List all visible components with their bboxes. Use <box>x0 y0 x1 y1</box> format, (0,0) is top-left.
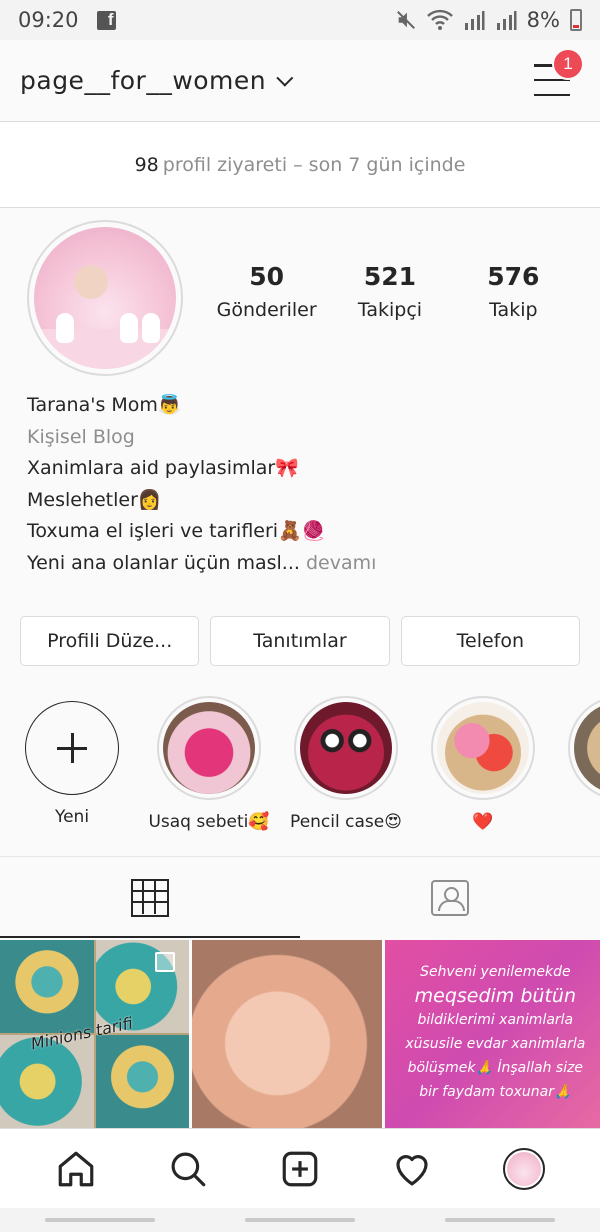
phone-button[interactable]: Telefon <box>400 616 580 666</box>
profile-avatar[interactable] <box>27 220 183 376</box>
post-thumbnail[interactable]: Minions tarifi <box>0 940 190 1128</box>
profile-visits-banner[interactable]: 98 profil ziyareti – son 7 gün içinde <box>0 122 600 208</box>
search-icon <box>171 1152 206 1186</box>
post-text-line: xüsusile evdar xanimlarla <box>405 1036 586 1052</box>
highlight-label: Yeni <box>54 807 90 827</box>
highlight-label: 🧶 <box>550 812 600 832</box>
heart-icon <box>396 1154 428 1185</box>
highlight-new[interactable]: Yeni <box>2 696 142 827</box>
followers-count: 521 <box>363 262 417 291</box>
bio-line: Meslehetler👩 <box>27 488 162 511</box>
bottom-navigation <box>0 1128 600 1208</box>
battery-icon <box>570 9 582 31</box>
profile-header: page__for__women 1 <box>0 40 600 122</box>
highlight-label: Pencil case😍 <box>290 812 402 832</box>
bio-line: Xanimlara aid paylasimlar🎀 <box>27 457 299 479</box>
tagged-person-icon <box>431 879 469 916</box>
grid-icon <box>131 878 169 917</box>
chevron-down-icon <box>276 69 294 87</box>
signal-icon <box>464 11 485 30</box>
stat-following[interactable]: 576 Takip <box>452 262 575 321</box>
highlight-item[interactable]: Pencil case😍 <box>276 696 416 832</box>
tab-tagged[interactable] <box>300 857 600 938</box>
highlight-label: ❤️ <box>472 812 494 832</box>
visits-text: profil ziyareti – son 7 gün içinde <box>162 153 466 176</box>
highlight-item[interactable]: Usaq sebeti🥰 <box>139 696 279 832</box>
nav-new-post[interactable] <box>270 1139 330 1199</box>
stat-posts[interactable]: 50 Gönderiler <box>205 262 328 321</box>
highlight-label: Usaq sebeti🥰 <box>148 812 270 832</box>
bio-name: Tarana's Mom👼 <box>27 394 182 416</box>
mute-icon <box>396 11 415 29</box>
tab-grid[interactable] <box>0 857 300 938</box>
home-icon <box>58 1151 94 1186</box>
stat-followers[interactable]: 521 Takipçi <box>328 262 451 321</box>
highlight-item[interactable]: ❤️ <box>413 696 553 832</box>
carousel-icon <box>155 952 176 972</box>
profile-bio: Tarana's Mom👼 Kişisel Blog Xanimlara aid… <box>27 390 376 579</box>
notification-badge: 1 <box>552 48 584 80</box>
highlight-cover <box>574 702 600 794</box>
bio-category: Kişisel Blog <box>27 425 135 448</box>
post-text-line: bölüşmek🙏 İnşallah size <box>407 1060 584 1076</box>
following-label: Takip <box>489 299 538 321</box>
profile-avatar-icon <box>503 1147 545 1190</box>
system-navigation-bar <box>0 1208 600 1232</box>
followers-label: Takipçi <box>357 299 423 321</box>
highlight-cover <box>300 702 392 794</box>
profile-tabs <box>0 856 600 938</box>
highlight-item[interactable]: 🧶 <box>550 696 600 832</box>
plus-icon <box>57 733 87 763</box>
signal-icon-2 <box>496 11 517 30</box>
bio-truncated-line: Yeni ana olanlar üçün masl... devamı <box>27 548 376 580</box>
battery-percent: 8% <box>526 8 560 32</box>
nav-home[interactable] <box>46 1139 106 1199</box>
posts-grid: Minions tarifi Sehveni yenilemekde meqse… <box>0 940 600 1128</box>
status-time: 09:20 <box>18 8 79 32</box>
highlight-cover <box>163 702 255 794</box>
account-switcher[interactable]: page__for__women <box>20 66 294 95</box>
add-post-icon <box>282 1151 318 1186</box>
bio-line: Toxuma el işleri ve tarifleri🧸🧶 <box>27 520 326 542</box>
visits-count: 98 <box>134 153 159 176</box>
promotions-button[interactable]: Tanıtımlar <box>210 616 390 666</box>
following-count: 576 <box>487 262 540 291</box>
post-thumbnail[interactable] <box>192 940 382 1128</box>
status-bar: 09:20 f 8% <box>0 0 600 40</box>
bio-truncated-text: Yeni ana olanlar üçün masl... <box>27 551 300 574</box>
profile-actions: Profili Düze... Tanıtımlar Telefon <box>20 616 580 666</box>
add-highlight-button[interactable] <box>25 701 119 795</box>
nav-profile[interactable] <box>494 1139 554 1199</box>
bio-more-link[interactable]: devamı <box>306 552 376 574</box>
posts-label: Gönderiler <box>216 299 317 321</box>
nav-search[interactable] <box>158 1139 218 1199</box>
facebook-icon: f <box>96 10 116 30</box>
post-thumbnail[interactable]: Sehveni yenilemekde meqsedim bütün bildi… <box>384 940 600 1128</box>
wifi-icon <box>426 9 453 30</box>
edit-profile-button[interactable]: Profili Düze... <box>20 616 200 666</box>
posts-count: 50 <box>249 262 285 291</box>
post-text-line: bir faydam toxunar🙏 <box>419 1084 572 1100</box>
post-text-line: meqsedim bütün <box>414 985 576 1007</box>
post-text-line: bildiklerimi xanimlarla <box>417 1012 574 1028</box>
story-highlights: Yeni Usaq sebeti🥰 Pencil case😍 ❤️ 🧶 <box>0 696 600 856</box>
username: page__for__women <box>20 66 267 95</box>
highlight-cover <box>437 702 529 794</box>
profile-stats: 50 Gönderiler 521 Takipçi 576 Takip <box>205 262 575 321</box>
nav-activity[interactable] <box>382 1139 442 1199</box>
post-text-line: Sehveni yenilemekde <box>420 964 571 980</box>
